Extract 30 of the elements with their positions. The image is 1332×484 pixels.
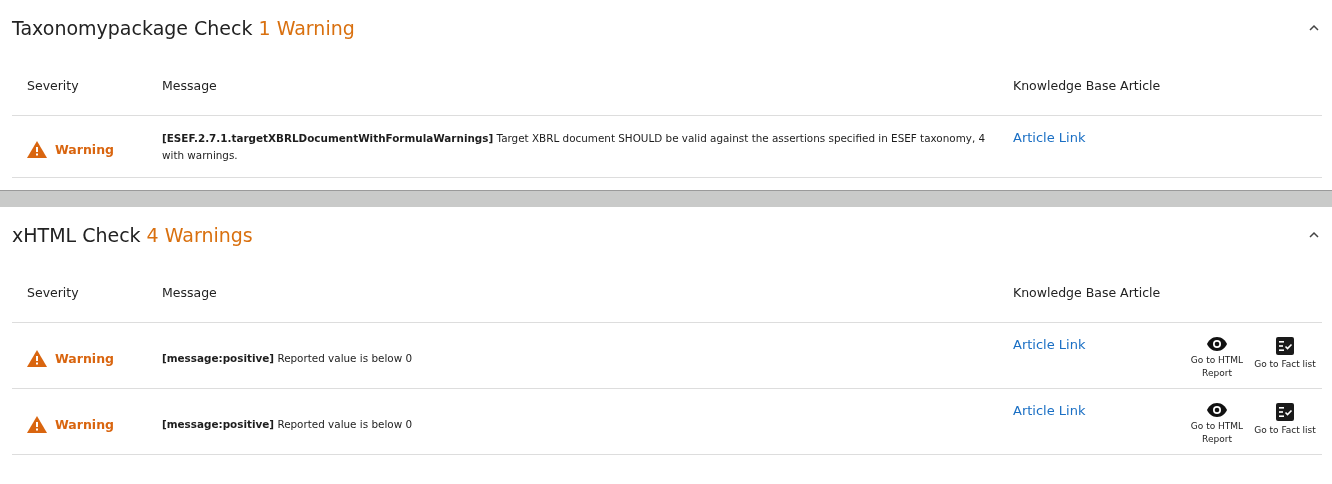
article-link[interactable]: Article Link: [998, 403, 1168, 418]
panel-title: xHTML Check: [12, 224, 141, 246]
fact-list-button[interactable]: Go to Fact list: [1254, 337, 1316, 380]
eye-icon: [1207, 403, 1227, 417]
checklist-icon: [1276, 403, 1294, 421]
warning-icon: [27, 350, 47, 367]
severity-label: Warning: [55, 351, 114, 366]
checklist-icon: [1276, 337, 1294, 355]
column-header: Message: [161, 285, 218, 300]
message-text: [message:positive] Reported value is below 0: [161, 417, 414, 432]
eye-icon: [1207, 337, 1227, 351]
warning-count: 4 Warnings: [146, 224, 253, 246]
warning-icon: [27, 416, 47, 433]
html-report-button[interactable]: Go to HTML Report: [1186, 337, 1248, 380]
article-link[interactable]: Article Link: [998, 337, 1168, 352]
fact-list-button[interactable]: Go to Fact list: [1254, 403, 1316, 446]
column-header: Knowledge Base Article: [1012, 285, 1162, 300]
severity-label: Warning: [55, 142, 114, 157]
column-header: Severity: [26, 285, 80, 300]
message-text: [message:positive] Reported value is below 0: [161, 351, 414, 366]
warning-count: 1 Warning: [258, 17, 355, 39]
panel-title: Taxonomypackage Check: [12, 17, 253, 39]
message-text: [ESEF.2.7.1.targetXBRLDocumentWithFormulaWarnings] Target XBRL document SHOULD be valid against the assertions specified in ESEF taxonomy, 4 with warnings.: [161, 131, 987, 163]
column-header: Severity: [26, 78, 80, 93]
column-header: Knowledge Base Article: [1012, 78, 1162, 93]
warning-icon: [27, 141, 47, 158]
html-report-button[interactable]: Go to HTML Report: [1186, 403, 1248, 446]
severity-label: Warning: [55, 417, 114, 432]
column-header: Message: [161, 78, 218, 93]
article-link[interactable]: Article Link: [998, 130, 1168, 145]
